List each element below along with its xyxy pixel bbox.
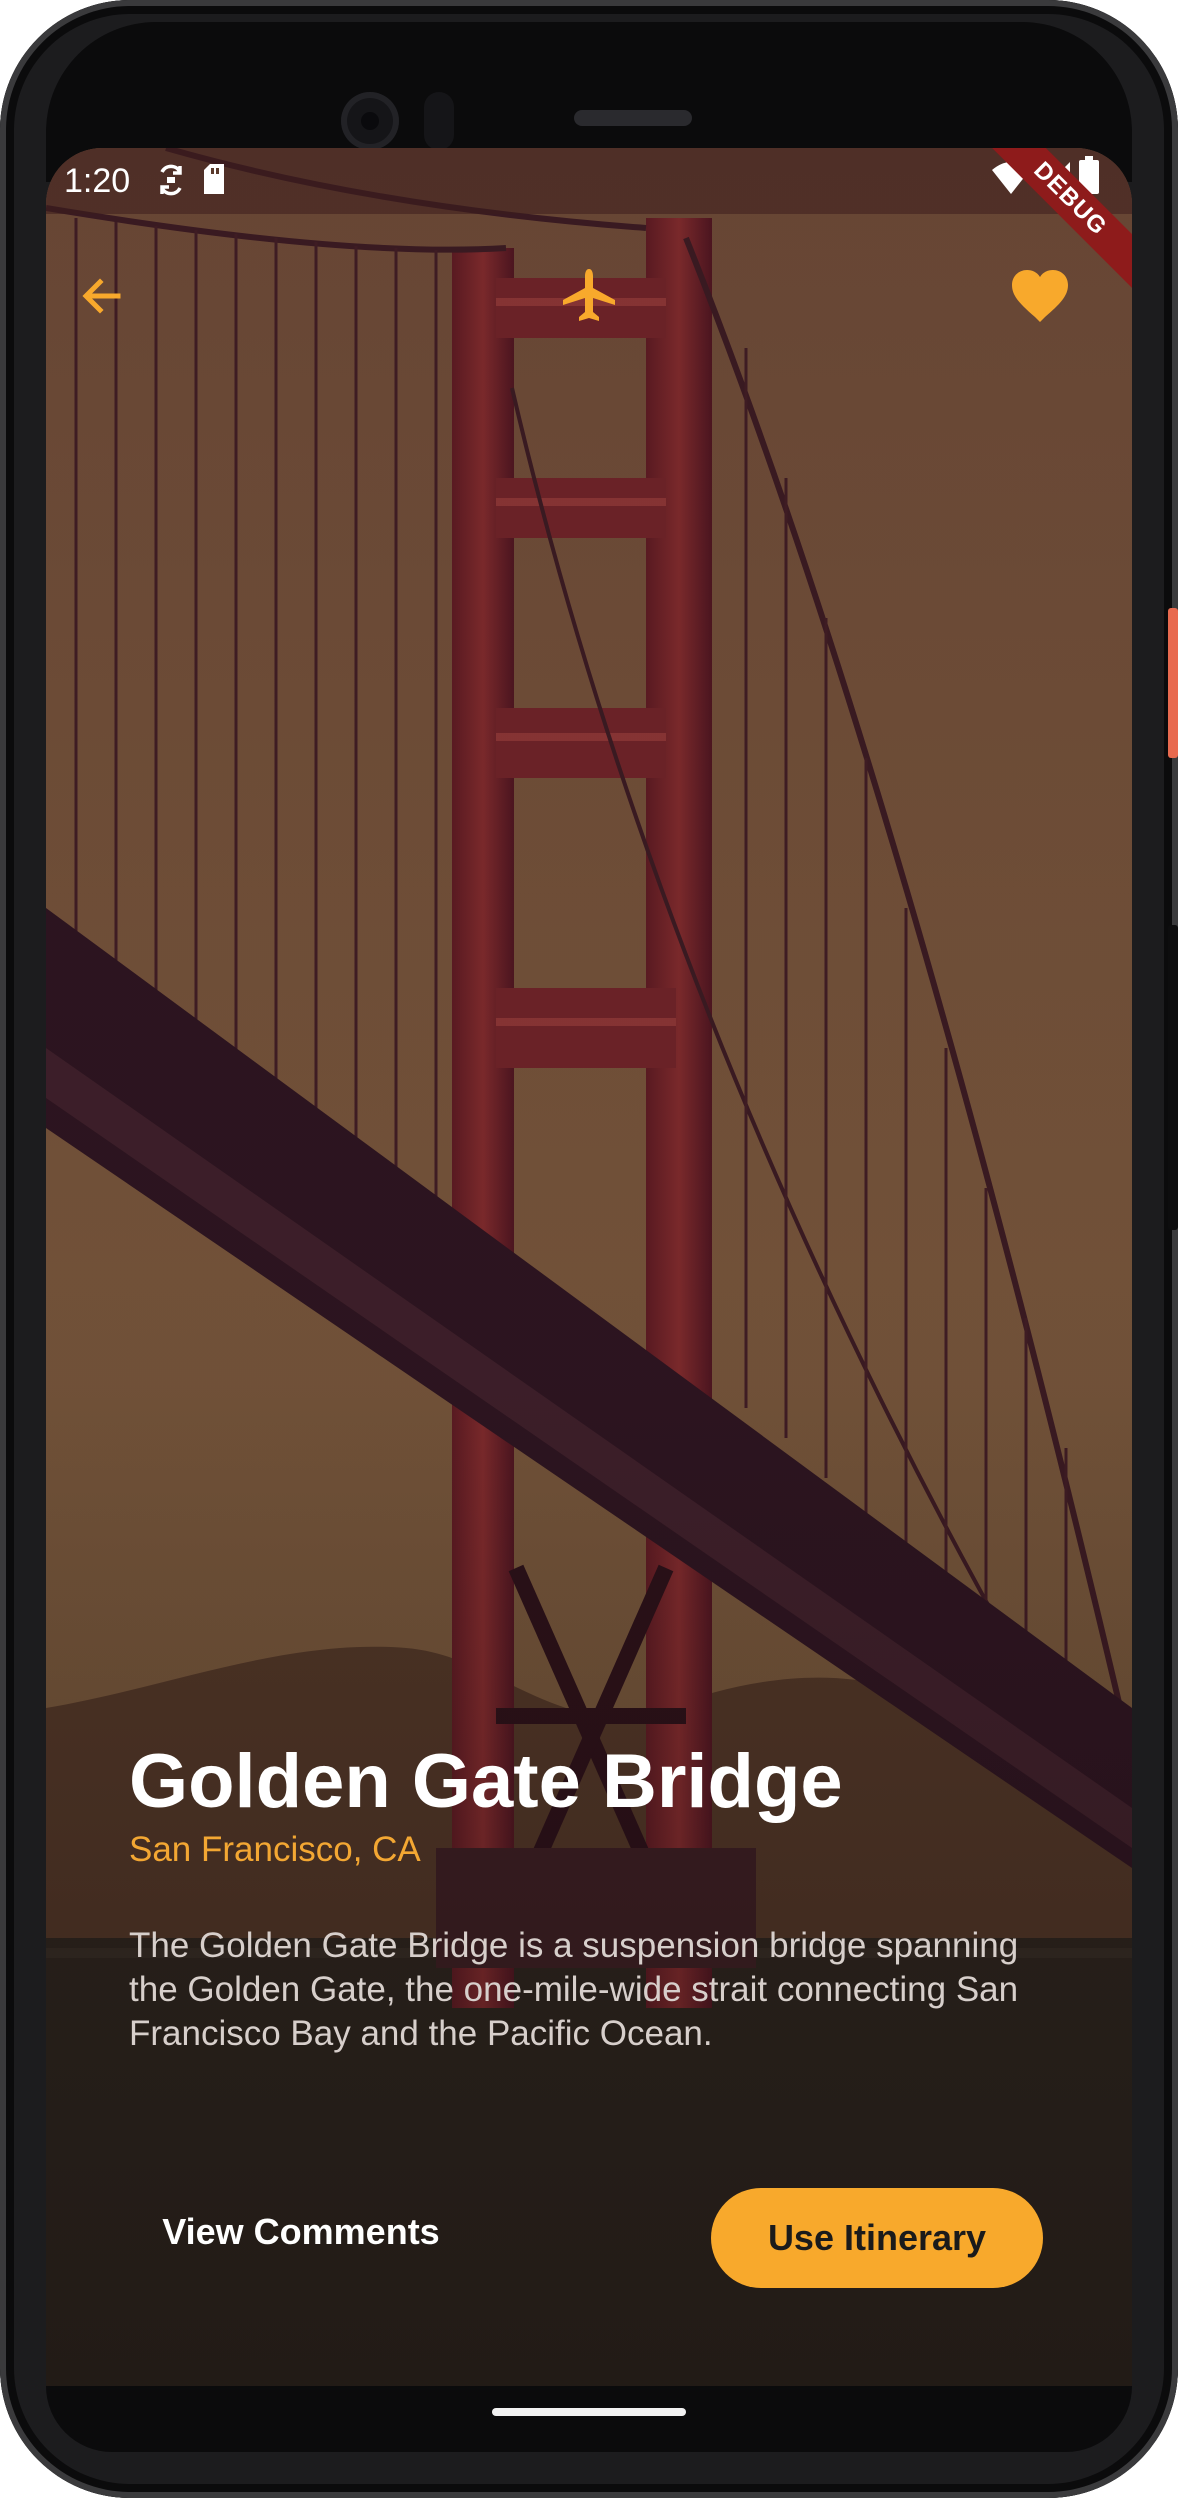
power-button — [1168, 608, 1178, 758]
status-bar: 1:20 — [46, 148, 1132, 214]
destination-description: The Golden Gate Bridge is a suspension b… — [129, 1926, 1019, 2053]
front-camera — [341, 92, 399, 150]
sync-icon — [158, 162, 184, 203]
use-itinerary-button[interactable]: Use Itinerary — [711, 2188, 1043, 2288]
back-button[interactable] — [62, 256, 142, 336]
favorite-button[interactable] — [1000, 256, 1080, 336]
proximity-sensor — [424, 92, 454, 150]
bottom-bezel — [46, 2386, 1132, 2452]
home-indicator[interactable] — [492, 2408, 686, 2416]
arrow-back-icon — [82, 278, 121, 314]
volume-button — [1168, 925, 1178, 1230]
airplane-icon — [563, 269, 615, 321]
app-screen: 1:20 DEBUG Golden Gate Bridge San Franci… — [46, 148, 1132, 2386]
airplane-logo — [549, 256, 629, 336]
heart-icon — [1012, 270, 1068, 322]
sd-card-icon — [202, 162, 226, 201]
status-time: 1:20 — [64, 162, 131, 200]
destination-location: San Francisco, CA — [129, 1830, 421, 1869]
view-comments-button[interactable]: View Comments — [146, 2190, 456, 2274]
destination-title: Golden Gate Bridge — [129, 1739, 843, 1824]
earpiece-speaker — [574, 110, 692, 126]
